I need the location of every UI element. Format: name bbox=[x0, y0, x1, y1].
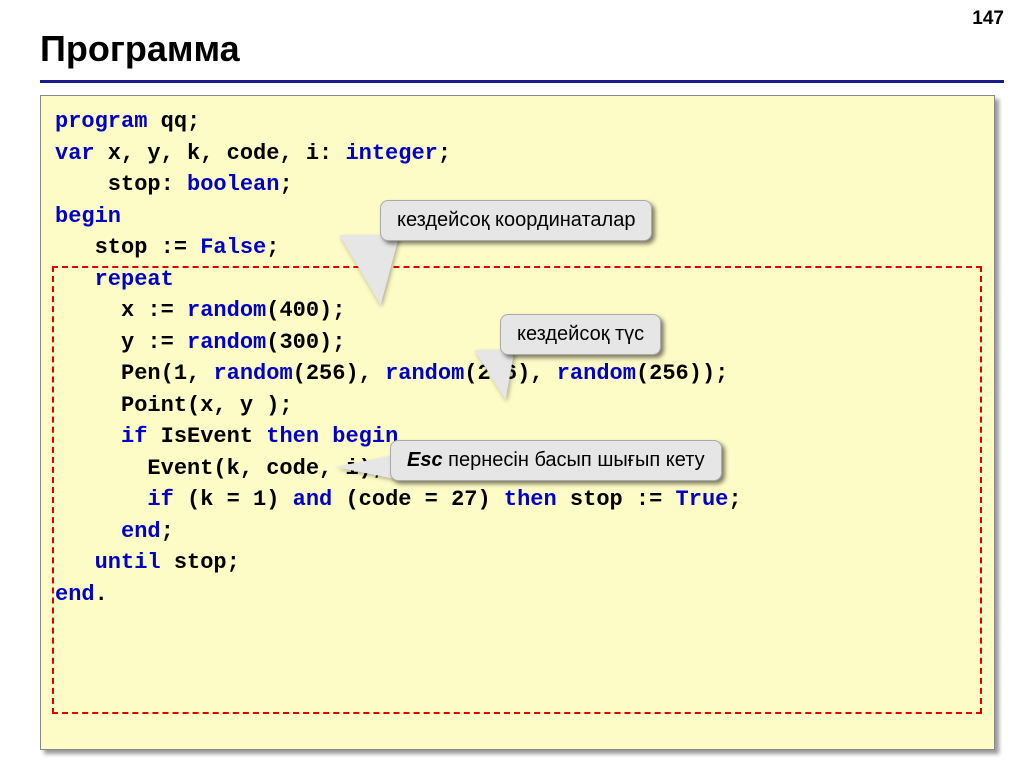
slide-title: Программа bbox=[40, 28, 240, 70]
code-box: program qq; var x, y, k, code, i: intege… bbox=[40, 95, 995, 750]
code-line: stop: boolean; bbox=[55, 169, 980, 201]
callout-tail bbox=[335, 455, 395, 479]
page-number: 147 bbox=[972, 8, 1004, 30]
code-line: var x, y, k, code, i: integer; bbox=[55, 138, 980, 170]
code-line: repeat bbox=[55, 264, 980, 296]
code-line: Point(x, y ); bbox=[55, 390, 980, 422]
code-line: end. bbox=[55, 579, 980, 611]
code-line: until stop; bbox=[55, 547, 980, 579]
callout-random-coords: кездейсоқ координаталар bbox=[380, 200, 652, 241]
code-line: Pen(1, random(256), random(256), random(… bbox=[55, 358, 980, 390]
callout-esc-exit: Esc пернесін басып шығып кету bbox=[390, 440, 722, 481]
code-line: end; bbox=[55, 516, 980, 548]
callout-random-color: кездейсоқ түс bbox=[500, 314, 661, 355]
code-line: program qq; bbox=[55, 106, 980, 138]
code-line: if (k = 1) and (code = 27) then stop := … bbox=[55, 484, 980, 516]
title-underline bbox=[40, 80, 1004, 83]
